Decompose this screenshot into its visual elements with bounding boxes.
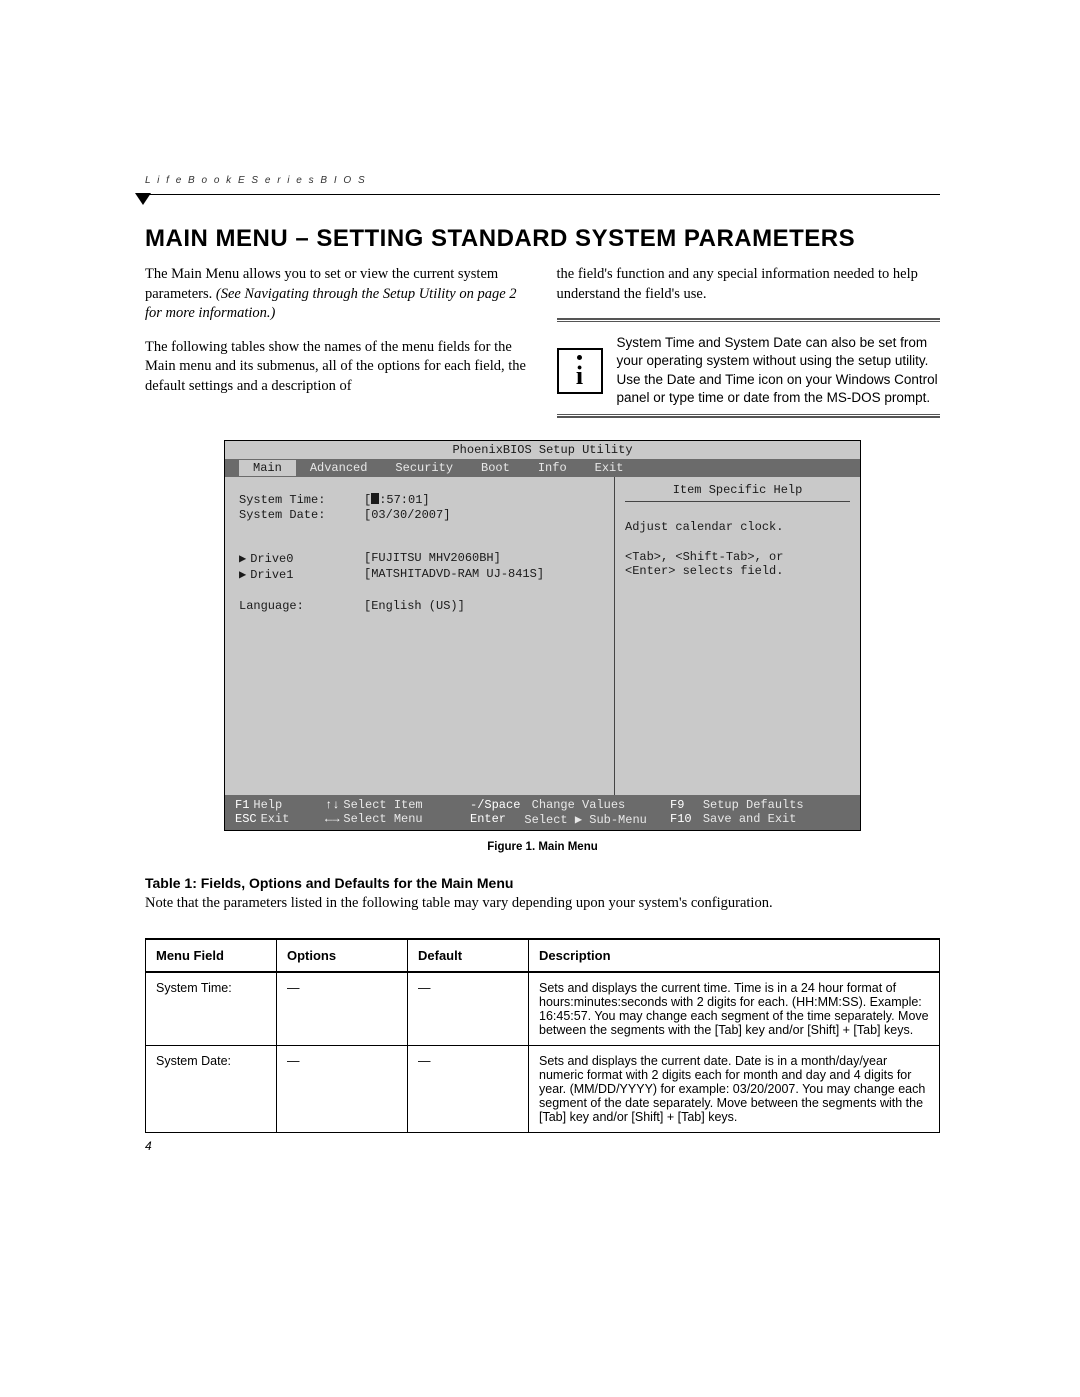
bios-label-drive0: ▶ Drive0 [239, 551, 364, 566]
fkey-leftright: ←→ [325, 812, 339, 827]
flabel-select-menu: Select Menu [343, 812, 422, 827]
triangle-icon: ▶ [239, 568, 246, 582]
td-field: System Time: [146, 972, 277, 1046]
bios-value-system-time: [:57:01] [364, 493, 430, 507]
flabel-select-item: Select Item [343, 798, 422, 812]
bios-tab-advanced[interactable]: Advanced [296, 460, 382, 476]
table-header-row: Menu Field Options Default Description [146, 939, 940, 972]
page: L i f e B o o k E S e r i e s B I O S MA… [0, 0, 1080, 1213]
td-options: — [277, 1046, 408, 1133]
running-header-line: L i f e B o o k E S e r i e s B I O S [145, 170, 940, 188]
bios-footer-row1: F1 Help ↑↓ Select Item -/Space Change Valu… [235, 798, 850, 812]
intro-left-column: The Main Menu allows you to set or view … [145, 265, 529, 418]
table-row: System Time: — — Sets and displays the c… [146, 972, 940, 1046]
intro-left-p2: The following tables show the names of t… [145, 338, 529, 397]
note-box: i System Time and System Date can also b… [557, 318, 941, 418]
intro-right-p1: the field's function and any special inf… [557, 265, 941, 304]
flabel-sub-menu: Select ▶ Sub-Menu [524, 812, 646, 827]
bios-tab-info[interactable]: Info [524, 460, 581, 476]
bios-label-system-time: System Time: [239, 493, 364, 507]
fkey-space: -/Space [470, 798, 520, 812]
bios-row-language[interactable]: Language: [English (US)] [239, 599, 606, 613]
td-field: System Date: [146, 1046, 277, 1133]
bios-help-line1: Adjust calendar clock. [625, 520, 850, 534]
bios-label-language: Language: [239, 599, 364, 613]
fkey-f9: F9 [670, 798, 684, 812]
options-table: Menu Field Options Default Description S… [145, 938, 940, 1133]
bios-row-drive1[interactable]: ▶ Drive1 [MATSHITADVD-RAM UJ-841S] [239, 567, 606, 582]
triangle-icon: ▶ [239, 552, 246, 566]
bios-tab-security[interactable]: Security [381, 460, 467, 476]
bios-help-title: Item Specific Help [625, 483, 850, 502]
flabel-change-values: Change Values [532, 798, 626, 812]
bios-label-drive0-text: Drive0 [250, 552, 293, 566]
bios-screenshot: PhoenixBIOS Setup Utility Main Advanced … [224, 440, 861, 831]
figure-caption: Figure 1. Main Menu [145, 841, 940, 853]
bios-value-language: [English (US)] [364, 599, 465, 613]
bios-tab-row: Main Advanced Security Boot Info Exit [225, 459, 860, 477]
bios-footer: F1 Help ↑↓ Select Item -/Space Change Valu… [225, 795, 860, 830]
fkey-esc: ESC [235, 812, 257, 827]
bios-label-drive1-text: Drive1 [250, 568, 293, 582]
td-description: Sets and displays the current date. Date… [529, 1046, 940, 1133]
td-default: — [408, 972, 529, 1046]
th-options: Options [277, 939, 408, 972]
bios-body: System Time: [:57:01] System Date: [03/3… [225, 477, 860, 795]
bios-label-drive1: ▶ Drive1 [239, 567, 364, 582]
th-description: Description [529, 939, 940, 972]
bios-row-system-time[interactable]: System Time: [:57:01] [239, 493, 606, 507]
bios-help-line3: <Enter> selects field. [625, 564, 850, 578]
note-rule-top2 [557, 321, 941, 322]
intro-right-column: the field's function and any special inf… [557, 265, 941, 418]
fkey-f1: F1 [235, 798, 249, 812]
flabel-help: Help [253, 798, 282, 812]
note-text: System Time and System Date can also be … [617, 334, 941, 407]
bios-value-drive1: [MATSHITADVD-RAM UJ-841S] [364, 567, 544, 582]
bios-label-system-date: System Date: [239, 508, 364, 522]
fkey-enter: Enter [470, 812, 506, 827]
note-rule-bottom [557, 416, 941, 418]
bios-value-drive0: [FUJITSU MHV2060BH] [364, 551, 501, 566]
page-number: 4 [145, 1139, 940, 1153]
bios-help-line2: <Tab>, <Shift-Tab>, or [625, 550, 850, 564]
bios-row-system-date[interactable]: System Date: [03/30/2007] [239, 508, 606, 522]
bios-row-drive0[interactable]: ▶ Drive0 [FUJITSU MHV2060BH] [239, 551, 606, 566]
th-default: Default [408, 939, 529, 972]
intro-columns: The Main Menu allows you to set or view … [145, 265, 940, 418]
header-rule [145, 194, 940, 195]
flabel-setup-defaults: Setup Defaults [703, 798, 804, 812]
bios-value-system-date: [03/30/2007] [364, 508, 450, 522]
table-title: Table 1: Fields, Options and Defaults fo… [145, 875, 940, 891]
td-default: — [408, 1046, 529, 1133]
note-rule-top [557, 318, 941, 320]
page-title: MAIN MENU – SETTING STANDARD SYSTEM PARA… [145, 225, 940, 253]
flabel-exit: Exit [261, 812, 290, 827]
flabel-save-exit: Save and Exit [703, 812, 797, 827]
note-body: i System Time and System Date can also b… [557, 328, 941, 413]
running-header: L i f e B o o k E S e r i e s B I O S [145, 175, 367, 186]
table-row: System Date: — — Sets and displays the c… [146, 1046, 940, 1133]
fkey-updown: ↑↓ [325, 798, 339, 812]
header-marker-icon [135, 193, 151, 205]
bios-title: PhoenixBIOS Setup Utility [225, 441, 860, 459]
bios-tab-main[interactable]: Main [239, 460, 296, 476]
td-options: — [277, 972, 408, 1046]
bios-tab-exit[interactable]: Exit [581, 460, 638, 476]
cursor-icon [371, 493, 379, 504]
td-description: Sets and displays the current time. Time… [529, 972, 940, 1046]
info-icon: i [557, 348, 603, 394]
intro-left-p1: The Main Menu allows you to set or view … [145, 265, 529, 324]
bios-right-pane: Item Specific Help Adjust calendar clock… [615, 477, 860, 795]
note-rule-bottom2 [557, 414, 941, 415]
bios-left-pane: System Time: [:57:01] System Date: [03/3… [225, 477, 615, 795]
bios-footer-row2: ESC Exit ←→ Select Menu Enter Select ▶ Sub… [235, 812, 850, 827]
th-menu-field: Menu Field [146, 939, 277, 972]
fkey-f10: F10 [670, 812, 692, 827]
table-note: Note that the parameters listed in the f… [145, 895, 940, 912]
bios-tab-boot[interactable]: Boot [467, 460, 524, 476]
